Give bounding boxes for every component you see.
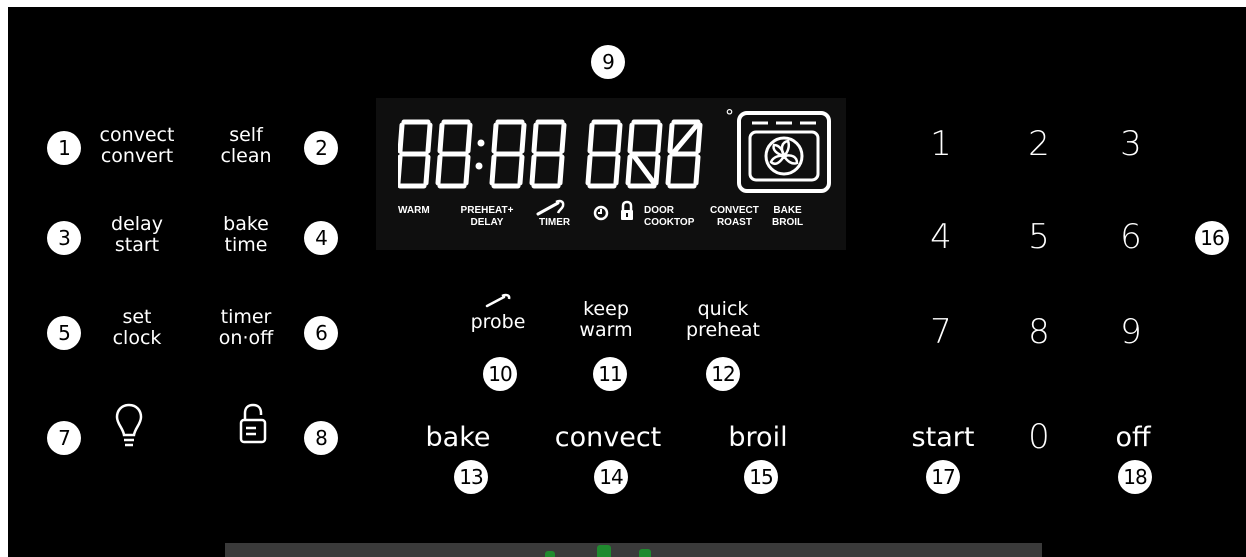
set-clock-label-1: set — [122, 306, 152, 328]
indicator-convect-label: CONVECT — [710, 205, 759, 216]
degree-symbol: ° — [725, 106, 734, 127]
indicator-preheat-label: PREHEAT+ — [460, 205, 514, 216]
probe-label: probe — [470, 311, 526, 333]
knob-indicator — [597, 545, 611, 557]
probe-icon — [536, 199, 565, 216]
callout-17: 17 — [926, 460, 960, 494]
cooktop-strip — [225, 543, 1042, 557]
digit-7 — [665, 119, 703, 189]
digit-5 — [585, 119, 623, 189]
keypad-0-button[interactable]: 0 — [1019, 417, 1059, 457]
delay-start-button[interactable]: delay start — [102, 214, 172, 256]
oven-fan-icon — [737, 111, 831, 193]
oven-display: ° WARM PREHEAT+ DELAY TIMER DOOR COOKTOP… — [376, 98, 846, 250]
self-clean-button[interactable]: self clean — [216, 125, 276, 167]
indicator-warm: WARM — [398, 205, 430, 216]
callout-16: 16 — [1195, 221, 1229, 255]
keypad-9-button[interactable]: 9 — [1111, 312, 1151, 352]
callout-9: 9 — [591, 45, 625, 79]
keypad-6-button[interactable]: 6 — [1111, 217, 1151, 257]
callout-8: 8 — [304, 421, 338, 455]
indicator-preheat-delay: PREHEAT+ DELAY — [457, 205, 517, 229]
bake-time-label-2: time — [224, 234, 268, 256]
indicator-door-cooktop: DOOR COOKTOP — [644, 205, 694, 229]
clock-icon — [593, 205, 609, 221]
keypad-1-button[interactable]: 1 — [921, 124, 961, 164]
indicator-timer: TIMER — [539, 217, 571, 228]
callout-12: 12 — [706, 357, 740, 391]
indicator-bake-label: BAKE — [773, 205, 802, 216]
control-panel: 1 convect convert self clean 2 3 delay s… — [8, 7, 1246, 557]
digit-3 — [489, 119, 527, 189]
callout-6: 6 — [304, 316, 338, 350]
quick-preheat-button[interactable]: quick preheat — [678, 299, 768, 341]
indicator-delay-label: DELAY — [470, 217, 504, 228]
set-clock-button[interactable]: set clock — [102, 307, 172, 349]
digit-4 — [529, 119, 567, 189]
bake-time-button[interactable]: bake time — [216, 214, 276, 256]
callout-5: 5 — [47, 316, 81, 350]
delay-start-label-2: start — [114, 234, 160, 256]
digit-1 — [398, 119, 433, 189]
callout-15: 15 — [744, 460, 778, 494]
callout-3: 3 — [47, 221, 81, 255]
callout-2: 2 — [304, 131, 338, 165]
off-button[interactable]: off — [1103, 423, 1163, 453]
keypad-5-button[interactable]: 5 — [1019, 217, 1059, 257]
convect-button[interactable]: convect — [538, 423, 678, 453]
keep-warm-label-2: warm — [579, 319, 633, 341]
keep-warm-label-1: keep — [583, 298, 629, 320]
convect-convert-button[interactable]: convect convert — [92, 125, 182, 167]
knob-indicator — [639, 549, 651, 557]
callout-1: 1 — [47, 131, 81, 165]
quick-preheat-label-2: preheat — [686, 319, 760, 341]
indicator-broil-label: BROIL — [772, 217, 804, 228]
callout-7: 7 — [47, 421, 81, 455]
bake-button[interactable]: bake — [408, 423, 508, 453]
callout-13: 13 — [454, 460, 488, 494]
callout-11: 11 — [593, 357, 627, 391]
callout-10: 10 — [483, 357, 517, 391]
colon-dot-top — [477, 139, 485, 147]
convect-convert-label-2: convert — [100, 145, 174, 167]
digit-2 — [435, 119, 473, 189]
convect-convert-label-1: convect — [99, 124, 175, 146]
seven-segment-readout — [398, 119, 703, 189]
broil-button[interactable]: broil — [708, 423, 808, 453]
timer-onoff-label-1: timer — [220, 306, 272, 328]
colon-dot-bottom — [475, 162, 483, 170]
keypad-7-button[interactable]: 7 — [921, 312, 961, 352]
indicator-door-label: DOOR — [644, 205, 674, 216]
probe-key-icon — [485, 293, 511, 308]
digit-6 — [625, 119, 663, 189]
delay-start-label-1: delay — [111, 213, 163, 235]
keypad-4-button[interactable]: 4 — [921, 217, 961, 257]
indicator-cooktop-label: COOKTOP — [644, 217, 695, 228]
indicator-roast-label: ROAST — [716, 217, 752, 228]
lock-icon[interactable] — [238, 402, 268, 448]
probe-button[interactable]: probe — [463, 292, 533, 333]
knob-indicator — [545, 551, 555, 557]
indicator-convect-roast: CONVECT ROAST — [710, 205, 759, 229]
keypad-3-button[interactable]: 3 — [1111, 124, 1151, 164]
timer-onoff-label-2: on·off — [218, 327, 274, 349]
timer-onoff-button[interactable]: timer on·off — [211, 307, 281, 349]
callout-4: 4 — [304, 221, 338, 255]
bake-time-label-1: bake — [223, 213, 269, 235]
keypad-8-button[interactable]: 8 — [1019, 312, 1059, 352]
indicator-bake-broil: BAKE BROIL — [772, 205, 803, 229]
lock-indicator-icon — [621, 200, 633, 220]
keypad-2-button[interactable]: 2 — [1019, 124, 1059, 164]
callout-14: 14 — [594, 460, 628, 494]
start-button[interactable]: start — [893, 423, 993, 453]
keep-warm-button[interactable]: keep warm — [571, 299, 641, 341]
set-clock-label-2: clock — [112, 327, 162, 349]
quick-preheat-label-1: quick — [697, 298, 749, 320]
light-bulb-icon[interactable] — [114, 402, 144, 452]
callout-18: 18 — [1118, 460, 1152, 494]
self-clean-label-2: clean — [220, 145, 272, 167]
self-clean-label-1: self — [229, 124, 263, 146]
